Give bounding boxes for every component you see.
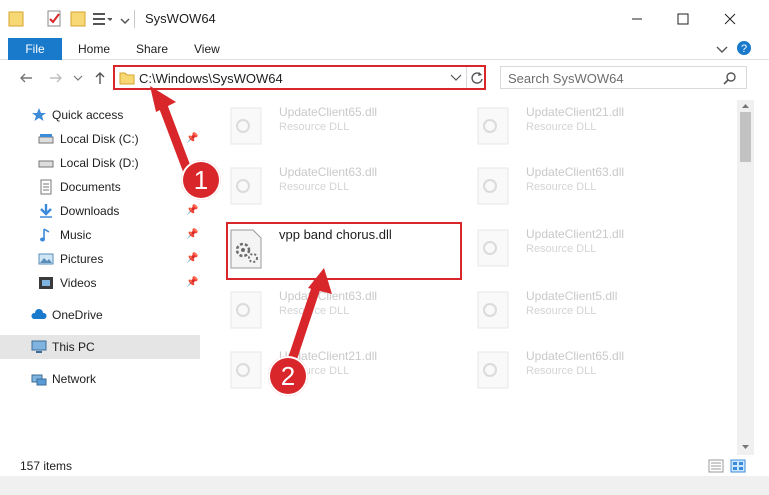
annotation-arrows bbox=[150, 86, 332, 365]
step-1-badge: 1 bbox=[181, 160, 221, 200]
step-2-badge: 2 bbox=[268, 356, 308, 396]
arrow-2 bbox=[287, 277, 323, 365]
arrow-1 bbox=[155, 93, 193, 177]
arrow-1-head bbox=[150, 86, 176, 112]
